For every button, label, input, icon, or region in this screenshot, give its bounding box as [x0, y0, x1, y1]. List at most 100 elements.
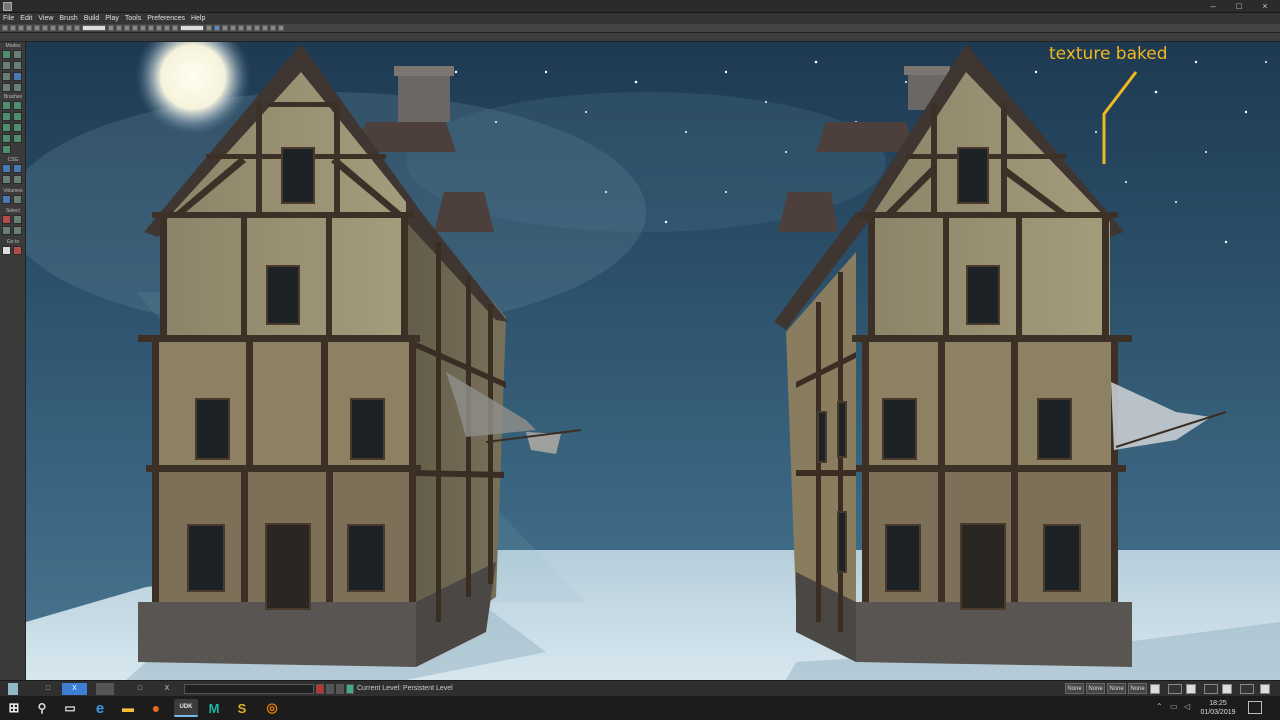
snap-none-button-1[interactable]: None	[1065, 683, 1084, 694]
coverage-mode-icon[interactable]	[13, 72, 22, 81]
cylinder-brush-icon[interactable]	[13, 112, 22, 121]
hide-selected-icon[interactable]	[13, 215, 22, 224]
paste-icon[interactable]	[58, 25, 64, 31]
curved-stair-icon[interactable]	[2, 112, 11, 121]
snap-none-button-4[interactable]: None	[1128, 683, 1147, 694]
snap-icon[interactable]	[238, 25, 244, 31]
new-icon[interactable]	[2, 25, 8, 31]
pause-icon[interactable]	[336, 684, 344, 694]
csg-deintersect-icon[interactable]	[13, 175, 22, 184]
build-lighting-icon[interactable]	[156, 25, 162, 31]
scale-icon[interactable]	[254, 25, 260, 31]
menu-edit[interactable]: Edit	[20, 13, 32, 24]
lighting-icon[interactable]	[140, 25, 146, 31]
terrain-mode-icon[interactable]	[2, 61, 11, 70]
stop-icon[interactable]	[326, 684, 334, 694]
foliage-mode-icon[interactable]	[2, 83, 11, 92]
copy-icon[interactable]	[50, 25, 56, 31]
level-lock-icon[interactable]	[346, 684, 354, 694]
undo-icon[interactable]	[26, 25, 32, 31]
settings-icon[interactable]	[278, 25, 284, 31]
goto-actor-icon[interactable]	[13, 246, 22, 255]
brush-icon[interactable]	[74, 25, 80, 31]
open-icon[interactable]	[10, 25, 16, 31]
build-all-icon[interactable]	[172, 25, 178, 31]
grid-snap-toggle[interactable]	[1150, 684, 1160, 694]
content-browser-icon[interactable]	[108, 25, 114, 31]
goto-builder-brush-icon[interactable]	[2, 246, 11, 255]
camera-mode-icon[interactable]	[2, 50, 11, 59]
menu-view[interactable]: View	[38, 13, 53, 24]
menu-brush[interactable]: Brush	[59, 13, 77, 24]
geometry-mode-icon[interactable]	[13, 50, 22, 59]
rotation-snap-toggle[interactable]	[1186, 684, 1196, 694]
perspective-viewport[interactable]: texture baked	[26, 42, 1280, 680]
menu-file[interactable]: File	[3, 13, 14, 24]
tab-close[interactable]: X	[160, 683, 174, 695]
show-selected-icon[interactable]	[2, 215, 11, 224]
build-geometry-icon[interactable]	[148, 25, 154, 31]
windows-start-icon[interactable]: ⊞	[4, 699, 24, 717]
matinee-icon[interactable]	[132, 25, 138, 31]
udk-icon[interactable]: UDK	[174, 699, 198, 717]
mesh-paint-icon[interactable]	[2, 72, 11, 81]
maya-icon[interactable]: M	[204, 699, 224, 717]
redo-icon[interactable]	[34, 25, 40, 31]
search-field[interactable]	[82, 25, 106, 31]
csg-subtract-icon[interactable]	[13, 164, 22, 173]
edge-icon[interactable]: e	[90, 699, 110, 717]
notifications-icon[interactable]	[1248, 701, 1262, 714]
static-mesh-mode-icon[interactable]	[13, 83, 22, 92]
record-icon[interactable]	[316, 684, 324, 694]
show-flags-icon[interactable]	[270, 25, 276, 31]
build-paths-icon[interactable]	[164, 25, 170, 31]
sphere-brush-icon[interactable]	[13, 134, 22, 143]
scale-size-field[interactable]	[1240, 684, 1254, 694]
add-volume-icon[interactable]	[2, 195, 11, 204]
rotation-size-field[interactable]	[1204, 684, 1218, 694]
search-icon[interactable]	[66, 25, 72, 31]
viewport-thumb-icon[interactable]	[8, 683, 18, 695]
linear-stair-icon[interactable]	[2, 123, 11, 132]
csg-intersect-icon[interactable]	[2, 175, 11, 184]
maximize-button[interactable]: □	[1228, 0, 1250, 13]
scale-snap-toggle[interactable]	[1222, 684, 1232, 694]
grid-size-field[interactable]	[1168, 684, 1182, 694]
network-icon[interactable]: ▭	[1170, 702, 1178, 711]
command-input[interactable]	[184, 684, 314, 694]
tab-active-close[interactable]: X	[62, 683, 87, 695]
tab-viewport[interactable]	[96, 683, 114, 695]
menu-tools[interactable]: Tools	[125, 13, 141, 24]
minimize-button[interactable]: –	[1202, 0, 1224, 13]
texture-mode-icon[interactable]	[13, 61, 22, 70]
snap-none-button-2[interactable]: None	[1086, 683, 1105, 694]
realtime-icon[interactable]	[214, 25, 220, 31]
cone-brush-icon[interactable]	[13, 101, 22, 110]
drag-grid-toggle[interactable]	[1260, 684, 1270, 694]
actor-icon[interactable]	[116, 25, 122, 31]
volume-icon[interactable]: ◁	[1184, 702, 1190, 711]
blender-icon[interactable]: ◎	[262, 699, 282, 717]
cube-brush-icon[interactable]	[2, 101, 11, 110]
tray-chevron-icon[interactable]: ⌃	[1156, 702, 1163, 711]
substance-icon[interactable]: S	[232, 699, 252, 717]
kismet-icon[interactable]	[124, 25, 130, 31]
firefox-icon[interactable]: ●	[146, 699, 166, 717]
menu-preferences[interactable]: Preferences	[147, 13, 185, 24]
grid-icon[interactable]	[230, 25, 236, 31]
file-explorer-icon[interactable]: ▬	[118, 699, 138, 717]
search-icon[interactable]: ⚲	[32, 699, 52, 717]
tab-square-2[interactable]: □	[132, 683, 148, 695]
tab-square[interactable]: □	[40, 683, 56, 695]
camera-icon[interactable]	[222, 25, 228, 31]
dropdown-field[interactable]	[180, 25, 204, 31]
volume-list-icon[interactable]	[13, 195, 22, 204]
system-clock[interactable]: 18:25 01/03/2019	[1196, 699, 1240, 717]
show-all-icon[interactable]	[13, 226, 22, 235]
play-icon[interactable]	[206, 25, 212, 31]
pen-brush-icon[interactable]	[2, 145, 11, 154]
menu-play[interactable]: Play	[105, 13, 119, 24]
save-icon[interactable]	[18, 25, 24, 31]
invert-selection-icon[interactable]	[2, 226, 11, 235]
snap-none-button-3[interactable]: None	[1107, 683, 1126, 694]
